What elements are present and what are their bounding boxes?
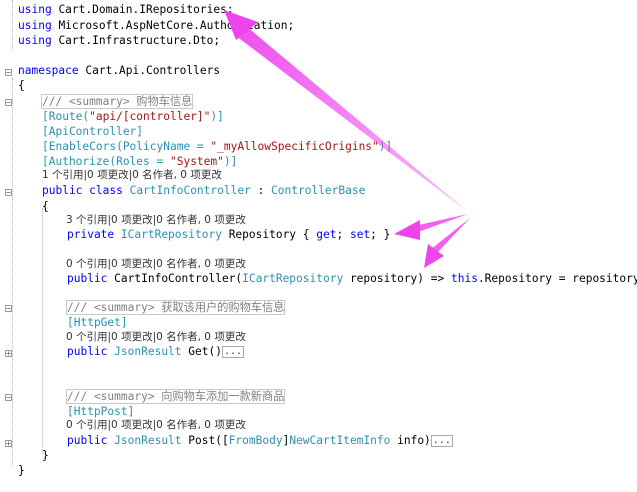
annotation-arrows [224, 10, 470, 268]
code-editor[interactable]: − − − − + − + using Cart.Domain.IReposit… [0, 0, 637, 492]
arrow-to-usings [224, 10, 468, 212]
arrow-to-property [394, 214, 468, 240]
